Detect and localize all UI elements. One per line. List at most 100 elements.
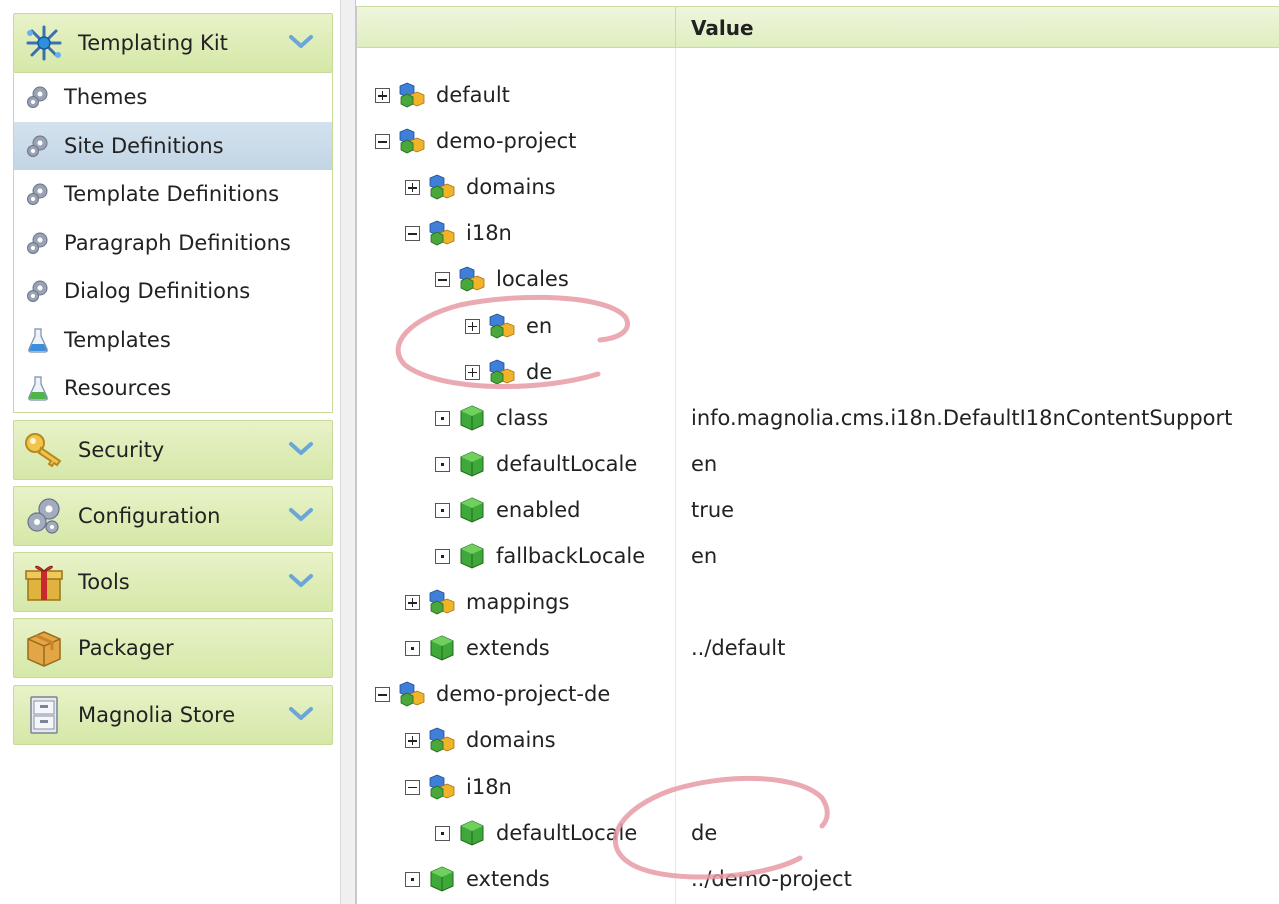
node-name[interactable]: i18n [466, 221, 512, 245]
chevron-down-icon[interactable] [288, 439, 314, 459]
tree-row[interactable]: defaultLocale en [357, 445, 1279, 485]
tree-row[interactable]: mappings [357, 583, 1279, 623]
node-name[interactable]: i18n [466, 775, 512, 799]
content-node-icon [398, 127, 426, 155]
leaf-node-icon [405, 871, 420, 887]
templating-kit-header[interactable]: Templating Kit [13, 13, 333, 73]
node-name[interactable]: demo-project [436, 129, 576, 153]
property-node-icon [428, 865, 456, 893]
sidebar-item-label: Resources [64, 376, 172, 401]
node-name[interactable]: domains [466, 728, 556, 752]
chevron-down-icon[interactable] [288, 704, 314, 724]
node-value[interactable]: true [691, 498, 734, 522]
panel-splitter[interactable] [340, 0, 356, 904]
node-name[interactable]: en [526, 314, 552, 338]
tree-row[interactable]: defaultLocale de [357, 814, 1279, 854]
tree-row[interactable]: de [357, 353, 1279, 393]
gear-icon [24, 229, 52, 257]
node-name[interactable]: domains [466, 175, 556, 199]
tree-row[interactable]: demo-project-de [357, 675, 1279, 715]
node-name[interactable]: demo-project-de [436, 682, 610, 706]
tree-row[interactable]: enabled true [357, 491, 1279, 531]
gears-icon [22, 494, 66, 538]
property-node-icon [428, 634, 456, 662]
sidebar-item-label: Themes [64, 85, 148, 110]
package-icon [22, 626, 66, 670]
node-value[interactable]: ../default [691, 636, 785, 660]
content-node-icon [428, 219, 456, 247]
sidebar-item-site-definitions[interactable]: Site Definitions [14, 121, 332, 170]
tree-row[interactable]: fallbackLocale en [357, 537, 1279, 577]
sidebar-item-paragraph-definitions[interactable]: Paragraph Definitions [14, 219, 332, 268]
node-name[interactable]: extends [466, 636, 550, 660]
section-magnolia-store[interactable]: Magnolia Store [13, 685, 333, 745]
sidebar-item-label: Site Definitions [64, 133, 224, 158]
collapse-toggle-icon[interactable] [405, 226, 420, 242]
expand-toggle-icon[interactable] [405, 733, 420, 749]
expand-toggle-icon[interactable] [465, 318, 480, 334]
templating-kit-label: Templating Kit [78, 31, 228, 55]
sidebar-item-template-definitions[interactable]: Template Definitions [14, 170, 332, 219]
sidebar-item-label: Paragraph Definitions [64, 230, 291, 255]
tree-row[interactable]: i18n [357, 214, 1279, 254]
sidebar-item-dialog-definitions[interactable]: Dialog Definitions [14, 267, 332, 316]
expand-toggle-icon[interactable] [375, 88, 390, 103]
node-value[interactable]: de [691, 821, 717, 845]
leaf-node-icon [435, 410, 450, 426]
node-name[interactable]: enabled [496, 498, 581, 522]
node-value[interactable]: info.magnolia.cms.i18n.DefaultI18nConten… [691, 406, 1232, 430]
node-name[interactable]: de [526, 360, 552, 384]
expand-toggle-icon[interactable] [405, 595, 420, 611]
tree-row[interactable]: demo-project [357, 122, 1279, 162]
sidebar-item-templates[interactable]: Templates [14, 316, 332, 365]
collapse-toggle-icon[interactable] [375, 687, 390, 703]
node-value[interactable]: en [691, 544, 717, 568]
section-label: Configuration [78, 504, 221, 528]
expand-toggle-icon[interactable] [465, 364, 480, 380]
collapse-toggle-icon[interactable] [375, 134, 390, 150]
tree-row[interactable]: en [357, 307, 1279, 347]
sidebar-item-themes[interactable]: Themes [14, 73, 332, 122]
node-value[interactable]: ../demo-project [691, 867, 852, 891]
node-name[interactable]: extends [466, 867, 550, 891]
property-node-icon [458, 404, 486, 432]
tree-row[interactable]: class info.magnolia.cms.i18n.DefaultI18nC… [357, 399, 1279, 439]
node-name[interactable]: defaultLocale [496, 821, 637, 845]
collapse-toggle-icon[interactable] [405, 779, 420, 795]
sidebar-item-resources[interactable]: Resources [14, 364, 332, 413]
tree-row[interactable]: locales [357, 260, 1279, 300]
section-security[interactable]: Security [13, 420, 333, 480]
column-separator[interactable] [675, 7, 676, 49]
tree-row[interactable]: i18n [357, 768, 1279, 808]
value-column-header: Value [691, 16, 754, 40]
sidebar-item-label: Templates [64, 327, 171, 352]
leaf-node-icon [435, 549, 450, 564]
tree-row[interactable]: default [357, 76, 1279, 116]
collapse-toggle-icon[interactable] [435, 272, 450, 288]
gear-icon [24, 277, 52, 305]
section-configuration[interactable]: Configuration [13, 486, 333, 546]
node-name[interactable]: locales [496, 267, 569, 291]
tree-row[interactable]: domains [357, 721, 1279, 761]
chevron-down-icon[interactable] [288, 571, 314, 591]
tree-row[interactable]: extends ../default [357, 629, 1279, 669]
section-tools[interactable]: Tools [13, 552, 333, 612]
property-node-icon [458, 450, 486, 478]
property-node-icon [458, 542, 486, 570]
node-name[interactable]: fallbackLocale [496, 544, 645, 568]
chevron-down-icon[interactable] [288, 505, 314, 525]
section-label: Tools [78, 570, 130, 594]
node-name[interactable]: defaultLocale [496, 452, 637, 476]
property-node-icon [458, 819, 486, 847]
templating-kit-icon [22, 21, 66, 65]
expand-toggle-icon[interactable] [405, 180, 420, 196]
content-node-icon [428, 773, 456, 801]
tree-row[interactable]: domains [357, 168, 1279, 208]
node-name[interactable]: default [436, 83, 510, 107]
chevron-down-icon[interactable] [288, 32, 314, 52]
node-value[interactable]: en [691, 452, 717, 476]
node-name[interactable]: mappings [466, 590, 569, 614]
node-name[interactable]: class [496, 406, 548, 430]
tree-row[interactable]: extends ../demo-project [357, 860, 1279, 900]
section-packager[interactable]: Packager [13, 618, 333, 678]
